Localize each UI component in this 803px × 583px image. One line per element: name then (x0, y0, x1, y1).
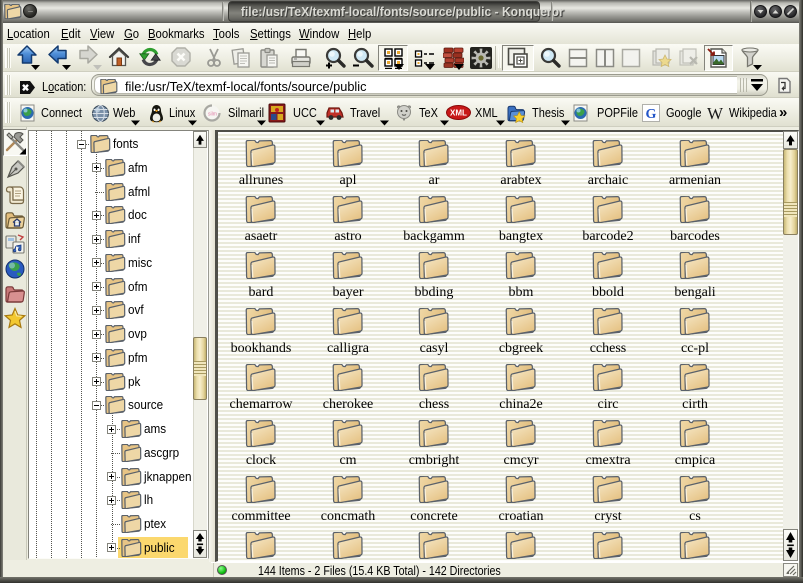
svg-text:XML: XML (450, 109, 467, 118)
svg-text:silm: silm (208, 112, 217, 118)
svg-text:W: W (707, 104, 724, 122)
svg-text:G: G (646, 107, 657, 122)
